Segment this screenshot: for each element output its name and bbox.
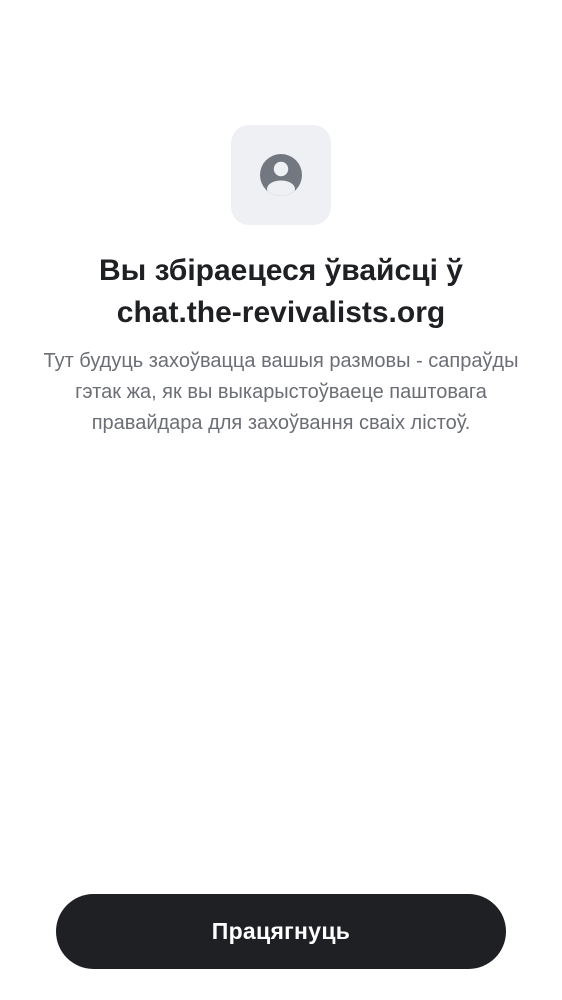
account-circle-icon <box>260 154 302 196</box>
account-icon-tile <box>231 125 331 225</box>
description-text: Тут будуць захоўвацца вашыя размовы - са… <box>43 350 519 434</box>
page-title: Вы збіраецеся ўвайсці ў chat.the-revival… <box>30 250 532 334</box>
continue-button[interactable]: Працягнуць <box>56 894 506 969</box>
server-name: chat.the-revivalists.org <box>116 296 446 329</box>
title-line-1: Вы збіраецеся ўвайсці ў <box>99 254 463 287</box>
